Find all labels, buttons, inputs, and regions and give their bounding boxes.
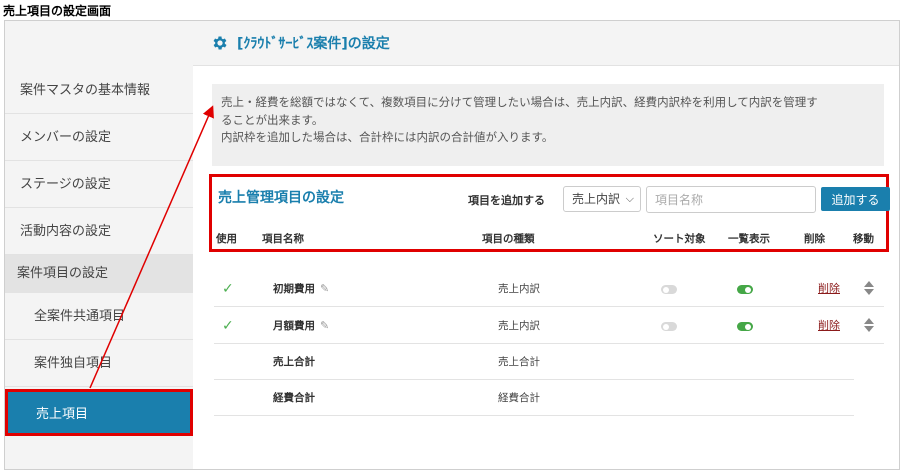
sidebar-item-sales-items[interactable]: 売上項目 — [5, 389, 193, 436]
page-caption: 売上項目の設定画面 — [3, 4, 112, 18]
column-header-name: 項目名称 — [262, 233, 304, 245]
sidebar-section-case-items: 案件項目の設定 — [5, 255, 193, 293]
sidebar-item-common-items[interactable]: 全案件共通項目 — [5, 293, 193, 340]
section-title: 売上管理項目の設定 — [218, 190, 344, 206]
sort-toggle[interactable] — [661, 322, 677, 331]
gear-icon — [213, 36, 227, 50]
move-handle-icon[interactable] — [864, 281, 876, 295]
sales-item-settings-box: 売上管理項目の設定 項目を追加する 売上内訳 ⌵ 追加する 使用 項目名称 項目… — [209, 174, 890, 252]
add-item-button[interactable]: 追加する — [821, 187, 890, 211]
settings-window: 案件マスタの基本情報 メンバーの設定 ステージの設定 活動内容の設定 案件項目の… — [4, 20, 900, 470]
item-name: 経費合計 — [273, 392, 315, 404]
item-type-select-value: 売上内訳 — [572, 192, 621, 206]
move-handle-icon[interactable] — [864, 318, 876, 332]
delete-link-label: 削除 — [818, 282, 840, 295]
main-panel: [ｸﾗｳﾄﾞｻｰﾋﾞｽ案件]の設定 売上・経費を総額ではなくて、複数項目に分けて… — [193, 21, 899, 469]
column-header-delete: 削除 — [804, 233, 825, 245]
info-box: 売上・経費を総額ではなくて、複数項目に分けて管理したい場合は、売上内訳、経費内訳… — [212, 84, 884, 166]
item-name-cell: 初期費用 ✎ — [273, 271, 329, 307]
item-name: 初期費用 — [273, 283, 315, 295]
page-title: [ｸﾗｳﾄﾞｻｰﾋﾞｽ案件]の設定 — [237, 36, 390, 52]
column-header-sort: ソート対象 — [653, 233, 706, 245]
pencil-icon[interactable]: ✎ — [320, 282, 329, 295]
info-line-2: ることが出来ます。 — [221, 112, 324, 127]
table-row: 経費合計 経費合計 — [214, 380, 854, 416]
table-row: ✓ 月額費用 ✎ 売上内訳 削除 — [214, 308, 884, 344]
sort-toggle[interactable] — [661, 285, 677, 294]
pencil-icon[interactable]: ✎ — [320, 319, 329, 332]
column-header-type: 項目の種類 — [482, 233, 535, 245]
table-row: ✓ 初期費用 ✎ 売上内訳 削除 — [214, 271, 884, 307]
item-type-select[interactable]: 売上内訳 ⌵ — [563, 186, 641, 212]
sidebar-item-members[interactable]: メンバーの設定 — [5, 114, 193, 161]
delete-link[interactable]: 削除 — [818, 271, 840, 307]
column-header-move: 移動 — [853, 233, 874, 245]
check-icon: ✓ — [222, 281, 234, 297]
table-row: 売上合計 売上合計 — [214, 344, 854, 380]
item-name-input[interactable] — [646, 186, 816, 213]
sidebar-item-stages[interactable]: ステージの設定 — [5, 161, 193, 208]
sidebar-item-activities[interactable]: 活動内容の設定 — [5, 208, 193, 255]
item-type: 売上内訳 — [498, 283, 540, 295]
chevron-down-icon: ⌵ — [625, 192, 634, 205]
item-name-cell: 月額費用 ✎ — [273, 308, 329, 344]
check-icon: ✓ — [222, 318, 234, 334]
main-header: [ｸﾗｳﾄﾞｻｰﾋﾞｽ案件]の設定 — [193, 21, 899, 66]
delete-link[interactable]: 削除 — [818, 308, 840, 344]
add-item-label: 項目を追加する — [468, 194, 545, 207]
info-line-1: 売上・経費を総額ではなくて、複数項目に分けて管理したい場合は、売上内訳、経費内訳… — [221, 95, 818, 109]
sidebar-item-unique-items[interactable]: 案件独自項目 — [5, 340, 193, 387]
item-name: 月額費用 — [273, 320, 315, 332]
item-type: 売上内訳 — [498, 320, 540, 332]
column-header-use: 使用 — [216, 233, 237, 245]
delete-link-label: 削除 — [818, 319, 840, 332]
list-toggle[interactable] — [737, 322, 753, 331]
sidebar: 案件マスタの基本情報 メンバーの設定 ステージの設定 活動内容の設定 案件項目の… — [5, 67, 193, 387]
item-name: 売上合計 — [273, 356, 315, 368]
item-type: 売上合計 — [498, 356, 540, 368]
column-header-list: 一覧表示 — [728, 233, 770, 245]
item-type: 経費合計 — [498, 392, 540, 404]
sidebar-item-basic-info[interactable]: 案件マスタの基本情報 — [5, 67, 193, 114]
info-line-3: 内訳枠を追加した場合は、合計枠には内訳の合計値が入ります。 — [221, 130, 554, 144]
list-toggle[interactable] — [737, 285, 753, 294]
